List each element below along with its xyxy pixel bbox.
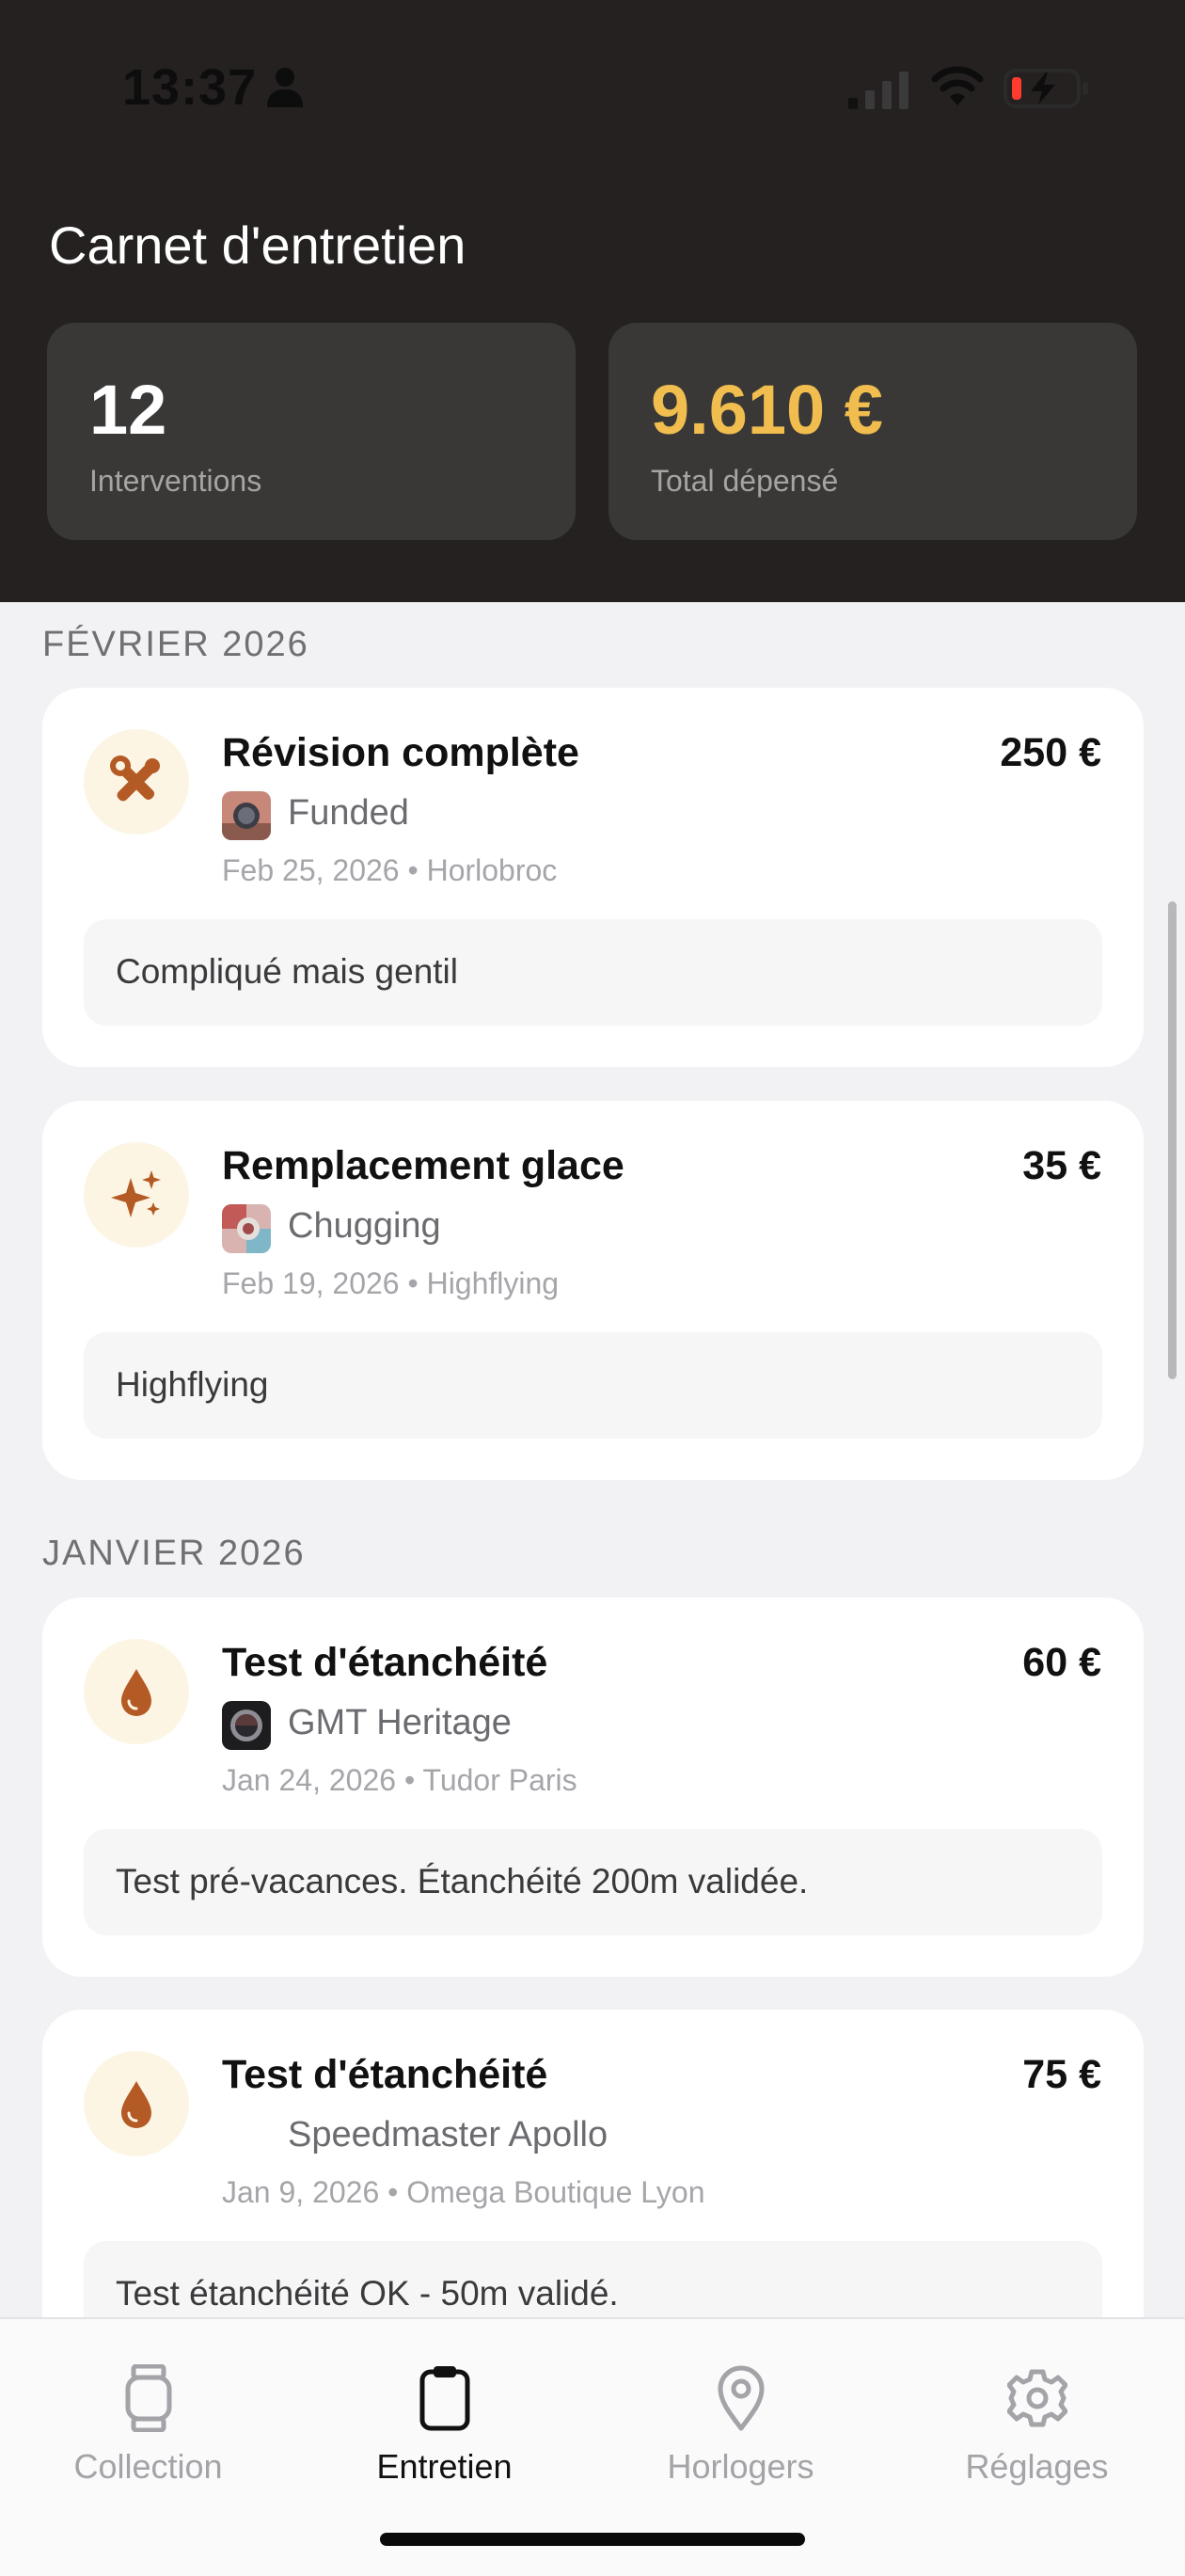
clipboard-icon	[419, 2366, 470, 2431]
entry-note-text: Compliqué mais gentil	[116, 952, 459, 991]
entry-note: Test pré-vacances. Étanchéité 200m valid…	[84, 1829, 1102, 1935]
stat-card-interventions: 12 Interventions	[47, 323, 576, 540]
header: 13:37 Carnet d'entretien 12 Intervention…	[0, 0, 1185, 602]
entry-icon-badge	[84, 1639, 189, 1744]
scrollbar[interactable]	[1168, 901, 1177, 1379]
entry-note-text: Test étanchéité OK - 50m validé.	[116, 2274, 619, 2313]
entry-date-watchmaker: Feb 25, 2026 • Horlobroc	[222, 853, 558, 887]
stat-label-total-spent: Total dépensé	[651, 464, 839, 498]
tab-entretien[interactable]: Entretien	[296, 2319, 592, 2507]
water-drop-icon	[121, 2081, 151, 2128]
watch-thumbnail	[222, 791, 271, 840]
entry-price: 250 €	[1000, 730, 1101, 775]
battery-charging-icon	[1003, 69, 1088, 108]
home-indicator[interactable]	[380, 2533, 805, 2546]
entry-title: Test d'étanchéité	[222, 2052, 548, 2097]
entry-price: 75 €	[1022, 2052, 1101, 2097]
map-pin-icon	[718, 2365, 765, 2431]
tab-label: Collection	[73, 2447, 223, 2486]
stat-value-interventions: 12	[89, 371, 167, 449]
entry-price: 60 €	[1022, 1640, 1101, 1685]
watch-thumbnail	[222, 1701, 271, 1750]
entry-date-watchmaker: Feb 19, 2026 • Highflying	[222, 1266, 560, 1300]
maintenance-entry-card[interactable]: Révision complète 250 € Funded Feb 25, 2…	[42, 688, 1144, 1067]
stat-value-total-spent: 9.610 €	[651, 371, 883, 449]
watch-name: Speedmaster Apollo	[288, 2115, 608, 2155]
watch-icon	[125, 2364, 172, 2432]
tab-reglages[interactable]: Réglages	[889, 2319, 1185, 2507]
section-title-fevrier-2026: FÉVRIER 2026	[42, 625, 309, 664]
entry-icon-badge	[84, 2051, 189, 2156]
tools-icon	[110, 755, 160, 802]
watch-name: GMT Heritage	[288, 1703, 512, 1742]
tab-horlogers[interactable]: Horlogers	[592, 2319, 889, 2507]
tab-label: Horlogers	[667, 2447, 814, 2486]
entry-price: 35 €	[1022, 1143, 1101, 1188]
stat-card-total-spent: 9.610 € Total dépensé	[608, 323, 1137, 540]
entry-date-watchmaker: Jan 24, 2026 • Tudor Paris	[222, 1763, 577, 1797]
watch-name: Funded	[288, 793, 409, 833]
person-icon	[267, 68, 303, 107]
tab-label: Entretien	[376, 2447, 513, 2486]
status-bar: 13:37	[0, 0, 1185, 179]
sparkles-icon	[111, 1170, 161, 1217]
stat-label-interventions: Interventions	[89, 464, 262, 498]
entry-note-text: Test pré-vacances. Étanchéité 200m valid…	[116, 1862, 809, 1900]
section-title-janvier-2026: JANVIER 2026	[42, 1534, 306, 1573]
wifi-icon	[931, 66, 984, 105]
entry-note-text: Highflying	[116, 1365, 269, 1404]
gear-icon	[1007, 2369, 1067, 2427]
entry-note: Highflying	[84, 1332, 1102, 1439]
maintenance-entry-card[interactable]: Test d'étanchéité 60 € GMT Heritage Jan …	[42, 1598, 1144, 1977]
watch-thumbnail	[222, 1204, 271, 1253]
entry-date-watchmaker: Jan 9, 2026 • Omega Boutique Lyon	[222, 2175, 705, 2209]
watch-name: Chugging	[288, 1206, 441, 1246]
entry-note: Compliqué mais gentil	[84, 919, 1102, 1026]
entry-title: Test d'étanchéité	[222, 1640, 548, 1685]
maintenance-entry-card[interactable]: Remplacement glace 35 € Chugging Feb 19,…	[42, 1101, 1144, 1480]
entry-title: Révision complète	[222, 730, 579, 775]
entry-title: Remplacement glace	[222, 1143, 624, 1188]
tab-label: Réglages	[965, 2447, 1109, 2486]
water-drop-icon	[121, 1669, 151, 1716]
status-time: 13:37	[122, 59, 258, 116]
entry-icon-badge	[84, 729, 189, 835]
entry-icon-badge	[84, 1142, 189, 1248]
tab-collection[interactable]: Collection	[0, 2319, 296, 2507]
page-title: Carnet d'entretien	[49, 215, 466, 275]
cellular-signal-icon	[848, 72, 908, 109]
